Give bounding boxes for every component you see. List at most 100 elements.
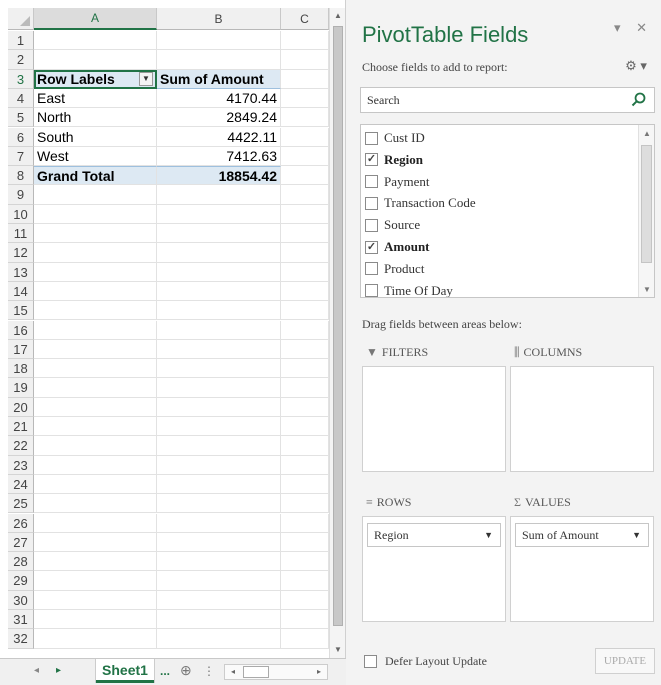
grid-cell[interactable] [281,629,329,649]
grid-cell[interactable] [157,397,281,417]
grid-cell[interactable] [281,359,329,379]
rows-field-region[interactable]: Region ▼ [367,523,501,547]
row-header[interactable]: 20 [8,397,34,417]
grid-cell[interactable] [34,474,157,495]
grid-cell[interactable] [34,339,157,360]
grid-cell[interactable] [34,513,157,533]
vertical-scrollbar[interactable]: ▲ ▼ [329,8,345,658]
defer-checkbox[interactable] [364,655,377,668]
field-item[interactable]: Source [365,214,420,236]
grid-cell[interactable] [281,262,329,282]
row-header[interactable]: 27 [8,532,34,553]
grid-cell[interactable] [34,610,157,630]
grid-cell[interactable] [34,417,157,437]
columns-drop-zone[interactable] [510,366,654,472]
grid-cell[interactable] [157,301,281,321]
grid-cell[interactable] [281,320,329,340]
grid-cell[interactable] [281,31,329,51]
grid-cell[interactable] [34,243,157,263]
pivot-row-label[interactable]: West [34,146,157,167]
select-all-corner[interactable] [8,8,34,30]
grid-cell[interactable] [281,378,329,398]
values-area[interactable]: Σ VALUES Sum of Amount ▼ [510,490,654,622]
grid-cell[interactable] [34,359,157,379]
grid-cell[interactable] [157,532,281,553]
scroll-right-icon[interactable]: ▸ [312,665,326,679]
grid-cell[interactable] [157,417,281,437]
row-header[interactable]: 12 [8,243,34,263]
pivot-grand-total-value[interactable]: 18854.42 [157,166,281,186]
row-header[interactable]: 6 [8,127,34,147]
column-header-b[interactable]: B [157,8,281,30]
checkbox-icon[interactable] [365,284,378,297]
grid-cell[interactable] [157,552,281,572]
grid-cell[interactable] [34,224,157,244]
scroll-up-icon[interactable]: ▲ [639,129,654,138]
row-header[interactable]: 9 [8,185,34,205]
row-header[interactable]: 30 [8,590,34,610]
grid-cell[interactable] [157,50,281,70]
row-header[interactable]: 13 [8,262,34,282]
grid-cell[interactable] [281,185,329,205]
grid-cell[interactable] [281,224,329,244]
rows-area[interactable]: ≡ ROWS Region ▼ [362,490,506,622]
filter-dropdown-icon[interactable]: ▼ [139,71,153,86]
row-header[interactable]: 11 [8,224,34,244]
grid-cell[interactable] [157,320,281,340]
pivot-row-labels-header[interactable]: Row Labels ▼ [34,69,157,89]
grid-cell[interactable] [281,474,329,495]
tab-options-icon[interactable]: ⋮ [203,664,215,678]
search-icon[interactable] [630,91,648,109]
checkbox-icon[interactable] [365,131,378,145]
pivot-row-value[interactable]: 7412.63 [157,146,281,167]
column-header-c[interactable]: C [281,8,329,30]
field-item[interactable]: Product [365,258,424,280]
grid-cell[interactable] [34,436,157,456]
grid-cell[interactable] [281,455,329,475]
grid-cell[interactable] [34,629,157,649]
checked-checkbox-icon[interactable]: ✓ [365,153,378,167]
pivot-row-label[interactable]: North [34,108,157,128]
grid-cell[interactable] [157,339,281,360]
grid-cell[interactable] [281,436,329,456]
grid-cell[interactable] [157,590,281,610]
row-header[interactable]: 2 [8,50,34,70]
pivot-row-value[interactable]: 2849.24 [157,108,281,128]
grid-cell[interactable] [34,378,157,398]
grid-cell[interactable] [281,50,329,70]
grid-cell[interactable] [157,571,281,591]
grid-cell[interactable] [157,378,281,398]
chevron-down-icon[interactable]: ▼ [484,524,493,546]
next-sheet-icon[interactable]: ▸ [56,665,61,676]
row-header[interactable]: 7 [8,146,34,167]
checkbox-icon[interactable] [365,175,378,189]
grid-cell[interactable] [157,224,281,244]
grid-cell[interactable] [34,571,157,591]
row-header[interactable]: 29 [8,571,34,591]
grid-cell[interactable] [281,610,329,630]
field-list[interactable]: Cust ID ✓ Region Payment Transaction Code Sou… [360,124,655,298]
row-header[interactable]: 8 [8,166,34,186]
row-header[interactable]: 4 [8,88,34,109]
grid-cell[interactable] [157,243,281,263]
rows-drop-zone[interactable]: Region ▼ [362,516,506,622]
row-header[interactable]: 31 [8,610,34,630]
grid-cell[interactable] [281,417,329,437]
more-sheets-button[interactable]: ... [160,664,170,678]
grid-cell[interactable] [34,320,157,340]
grid-cell[interactable] [34,494,157,514]
grid-cell[interactable] [34,552,157,572]
grid-cell[interactable] [157,359,281,379]
grid-cell[interactable] [281,108,329,128]
grid-cell[interactable] [157,513,281,533]
grid-cell[interactable] [281,243,329,263]
pivot-row-value[interactable]: 4422.11 [157,127,281,147]
grid-cell[interactable] [281,339,329,360]
row-header[interactable]: 3 [8,69,34,89]
prev-sheet-icon[interactable]: ◂ [34,665,39,676]
grid-cell[interactable] [34,590,157,610]
pivot-row-label[interactable]: South [34,127,157,147]
grid-cell[interactable] [34,532,157,553]
field-item[interactable]: ✓ Amount [365,236,430,258]
row-header[interactable]: 5 [8,108,34,128]
